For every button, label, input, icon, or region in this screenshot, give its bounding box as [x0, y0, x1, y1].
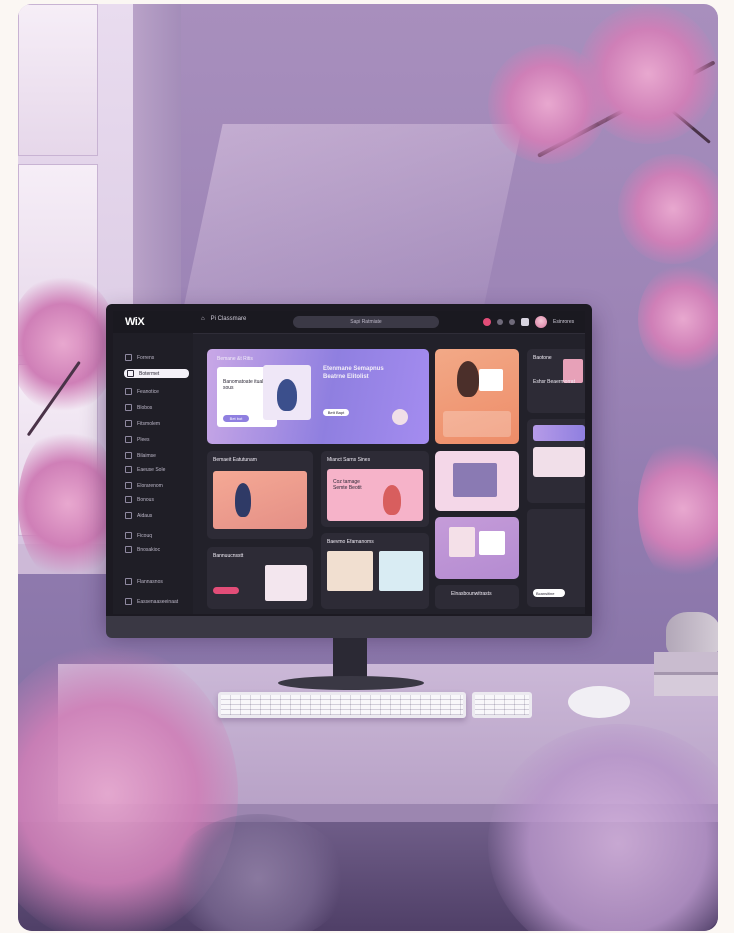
person-illustration	[383, 485, 401, 515]
settings-icon[interactable]	[509, 319, 515, 325]
grid-icon	[125, 466, 132, 473]
tiles-panel[interactable]: Baevmo Efarnanoms	[321, 533, 429, 609]
hero-title: Etenmane Semapnus Beatrne Elitolist	[323, 366, 384, 380]
grid-icon	[125, 388, 132, 395]
sidebar-item-2[interactable]: Botermet	[124, 369, 189, 378]
blossom-cluster	[638, 434, 718, 584]
image-card	[479, 369, 503, 391]
grid-icon	[125, 578, 132, 585]
promo-card[interactable]: Bannuucnsstt	[207, 547, 313, 609]
sidebar-item-12[interactable]: Ficouq	[125, 531, 152, 540]
right-card[interactable]: Bcansitine	[527, 509, 585, 607]
search-input[interactable]: Sapi Ratmiate	[293, 316, 439, 328]
sidebar-item-1[interactable]: Forrens	[125, 353, 154, 362]
sidebar-item-8[interactable]: Eaeuse Sole	[125, 465, 165, 474]
blossom-cluster	[578, 4, 718, 144]
sidebar-item-9[interactable]: Elorarenom	[125, 481, 163, 490]
banner	[533, 425, 585, 441]
profile-info	[443, 411, 511, 437]
home-icon: ⌂	[201, 316, 205, 322]
help-icon[interactable]	[497, 319, 503, 325]
bottom-card[interactable]: Elnasbounwitrasts	[435, 585, 519, 609]
workspace-name: Pi Classmare	[210, 316, 247, 322]
grid-icon	[125, 546, 132, 553]
top-bar-icons: Esinrores	[483, 316, 574, 328]
image-thumb	[479, 531, 505, 555]
image-thumb	[327, 551, 373, 591]
right-card[interactable]: Baotone Eshsr Beaermorrat	[527, 349, 585, 413]
sidebar-item-10[interactable]: Bonous	[125, 495, 154, 504]
cards-image: Coz tamage Semte Beotit	[327, 469, 423, 521]
person-illustration	[457, 361, 479, 397]
sidebar-item-14[interactable]: Flannasnos	[125, 577, 163, 586]
sidebar-item-4[interactable]: Blobos	[125, 403, 152, 412]
image-thumb	[449, 527, 475, 557]
sidebar-item-7[interactable]: Bilaimse	[125, 451, 156, 460]
hero-button[interactable]: Bett Bapt	[323, 409, 349, 416]
sidebar-item-6[interactable]: Plees	[125, 435, 150, 444]
grid-icon	[125, 512, 132, 519]
person-illustration	[235, 483, 251, 517]
monitor-base	[278, 676, 424, 690]
apps-icon[interactable]	[521, 318, 529, 326]
file-icon	[127, 370, 134, 377]
grid-icon	[125, 452, 132, 459]
top-bar: WiX ⌂ Pi Classmare Sapi Ratmiate Esinror…	[113, 311, 585, 334]
avatar[interactable]	[535, 316, 547, 328]
books	[654, 652, 718, 696]
sidebar-item-15[interactable]: Eassenaaseeinaat	[125, 597, 178, 606]
sidebar-item-3[interactable]: Feanotice	[125, 387, 159, 396]
keyboard-numpad	[472, 692, 532, 718]
settings-icon	[125, 598, 132, 605]
image-thumb	[533, 447, 585, 477]
monitor: WiX ⌂ Pi Classmare Sapi Ratmiate Esinror…	[106, 304, 592, 638]
hero-label: Bemane &t Ritis	[217, 356, 253, 362]
home-icon	[125, 354, 132, 361]
notification-icon[interactable]	[483, 318, 491, 326]
grid-icon	[125, 404, 132, 411]
sidebar: Forrens Botermet Feanotice Blobos Fitsmo…	[113, 333, 193, 614]
hero-mockup-button[interactable]: Bet bot	[223, 415, 249, 422]
hero-card[interactable]: Bemane &t Ritis Banomatoate ituab sous B…	[207, 349, 429, 444]
image-thumb	[379, 551, 423, 591]
blossom-cluster	[18, 424, 118, 584]
grid-icon	[125, 532, 132, 539]
grid-icon	[125, 420, 132, 427]
workspace-switcher[interactable]: ⌂ Pi Classmare	[201, 316, 246, 322]
monitor-chin	[106, 616, 592, 638]
promo-button[interactable]	[213, 587, 239, 594]
person-illustration	[277, 379, 297, 411]
avatar	[392, 409, 408, 425]
image-thumb	[453, 463, 497, 497]
sidebar-item-5[interactable]: Fitsmolem	[125, 419, 160, 428]
hero-image	[263, 365, 311, 420]
grid-icon	[125, 496, 132, 503]
photo-card[interactable]	[435, 451, 519, 511]
sidebar-item-13[interactable]: Bnosakioc	[125, 545, 160, 554]
grid-icon	[125, 482, 132, 489]
user-name: Esinrores	[553, 319, 575, 325]
blossom-cluster	[618, 154, 718, 264]
screen: WiX ⌂ Pi Classmare Sapi Ratmiate Esinror…	[113, 311, 585, 614]
mouse	[568, 686, 630, 718]
blossom-cluster	[638, 264, 718, 374]
sidebar-item-11[interactable]: Aidaus	[125, 511, 152, 520]
cards-panel[interactable]: Mianct Sarns Sines Coz tamage Semte Beot…	[321, 451, 429, 527]
grid-icon	[125, 436, 132, 443]
featured-image	[213, 471, 307, 529]
wix-logo: WiX	[125, 316, 145, 328]
featured-card[interactable]: Bemaeit Eatutunam	[207, 451, 313, 539]
right-card[interactable]	[527, 419, 585, 503]
photo-card[interactable]	[435, 517, 519, 579]
keyboard	[218, 692, 466, 718]
image-thumb	[265, 565, 307, 601]
profile-card[interactable]	[435, 349, 519, 444]
